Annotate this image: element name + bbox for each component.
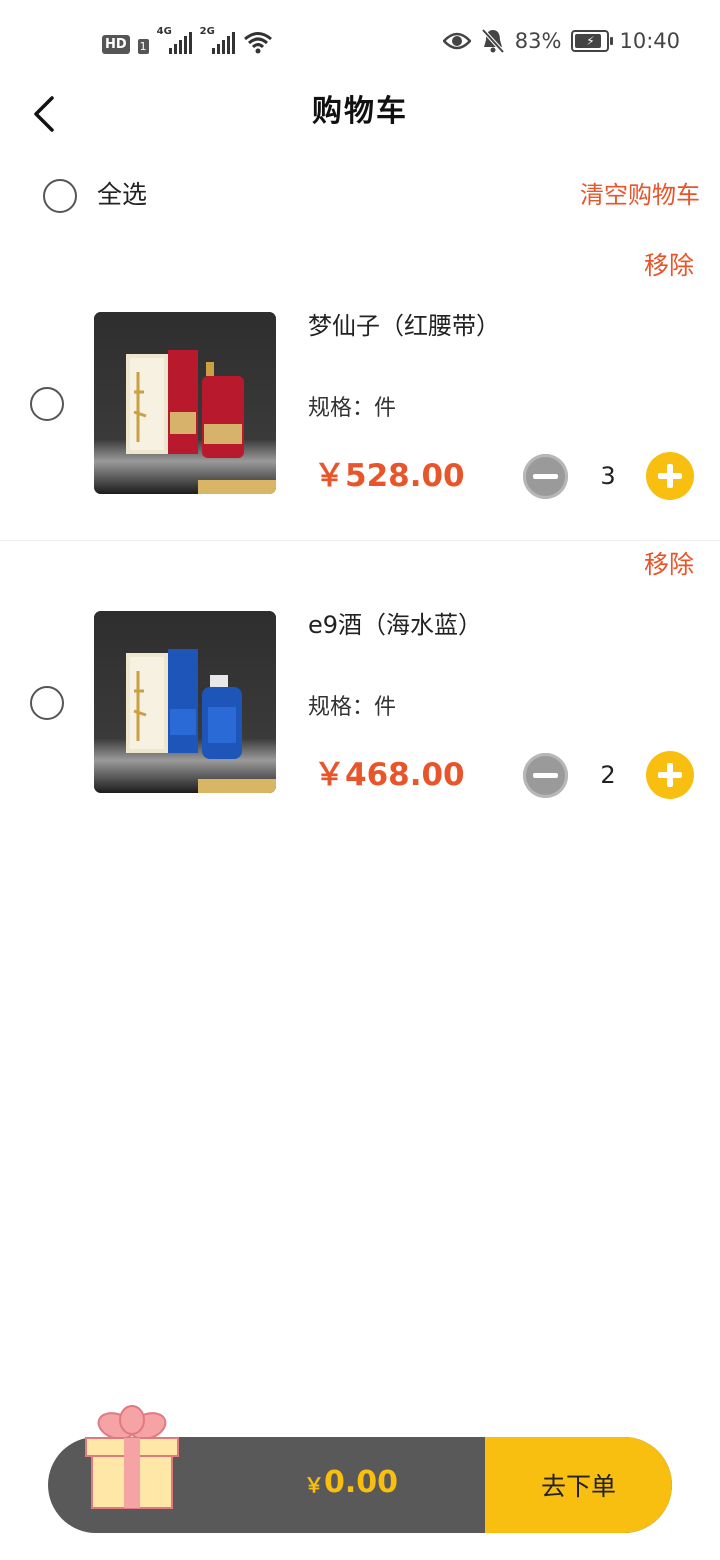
eye-icon	[442, 32, 471, 50]
signal-icon-2: 2G	[200, 26, 235, 54]
battery-icon: ⚡	[571, 30, 614, 52]
gift-icon[interactable]	[82, 1404, 182, 1512]
network-type-label: 4G	[156, 26, 172, 37]
liquor-blue-image	[94, 611, 276, 793]
bell-muted-icon	[481, 28, 505, 54]
product-spec: 规格：件	[308, 695, 397, 720]
remove-button[interactable]: 移除	[644, 248, 694, 284]
network-type-label-2: 2G	[199, 26, 215, 37]
hd-badge: HD	[102, 35, 130, 54]
select-all-label[interactable]: 全选	[97, 176, 147, 214]
page-title: 购物车	[312, 94, 408, 129]
radio-circle-icon	[43, 179, 77, 213]
quantity-value: 3	[600, 462, 616, 490]
product-name[interactable]: 梦仙子（红腰带）	[308, 308, 500, 344]
item-checkbox[interactable]	[30, 387, 64, 421]
product-image[interactable]	[94, 611, 276, 793]
item-checkbox[interactable]	[30, 686, 64, 720]
cart-item: 移除 e9酒（海水蓝） 规格：件 ￥468.00 2	[0, 540, 720, 839]
battery-percentage: 83%	[514, 29, 562, 53]
liquor-red-image	[94, 312, 276, 494]
product-price: ￥468.00	[314, 757, 465, 793]
product-spec: 规格：件	[308, 396, 397, 421]
product-name[interactable]: e9酒（海水蓝）	[308, 607, 482, 643]
product-image[interactable]	[94, 312, 276, 494]
product-price: ￥528.00	[314, 458, 465, 494]
network-indicators: HD 1 4G 2G	[102, 26, 273, 54]
total-amount: 0.00	[324, 1465, 399, 1500]
radio-circle-icon	[30, 686, 64, 720]
radio-circle-icon	[30, 387, 64, 421]
increase-quantity-button[interactable]	[646, 751, 694, 799]
quantity-value: 2	[600, 761, 616, 789]
sim-badge: 1	[137, 39, 149, 54]
decrease-quantity-button[interactable]	[523, 454, 568, 499]
cart-item: 移除 梦仙子（红腰带） 规格：件 ￥528.00 3	[0, 242, 720, 540]
signal-icon: 4G	[157, 26, 192, 54]
status-bar: HD 1 4G 2G 83% ⚡ 10:40	[0, 0, 720, 84]
system-indicators: 83% ⚡ 10:40	[442, 26, 680, 56]
clock: 10:40	[619, 29, 680, 53]
place-order-button[interactable]: 去下单	[485, 1437, 672, 1533]
clear-cart-button[interactable]: 清空购物车	[580, 176, 700, 214]
increase-quantity-button[interactable]	[646, 452, 694, 500]
wifi-icon	[243, 32, 272, 54]
select-all-checkbox[interactable]	[43, 179, 77, 213]
decrease-quantity-button[interactable]	[523, 753, 568, 798]
remove-button[interactable]: 移除	[644, 547, 694, 583]
currency-symbol: ￥	[304, 1473, 324, 1497]
